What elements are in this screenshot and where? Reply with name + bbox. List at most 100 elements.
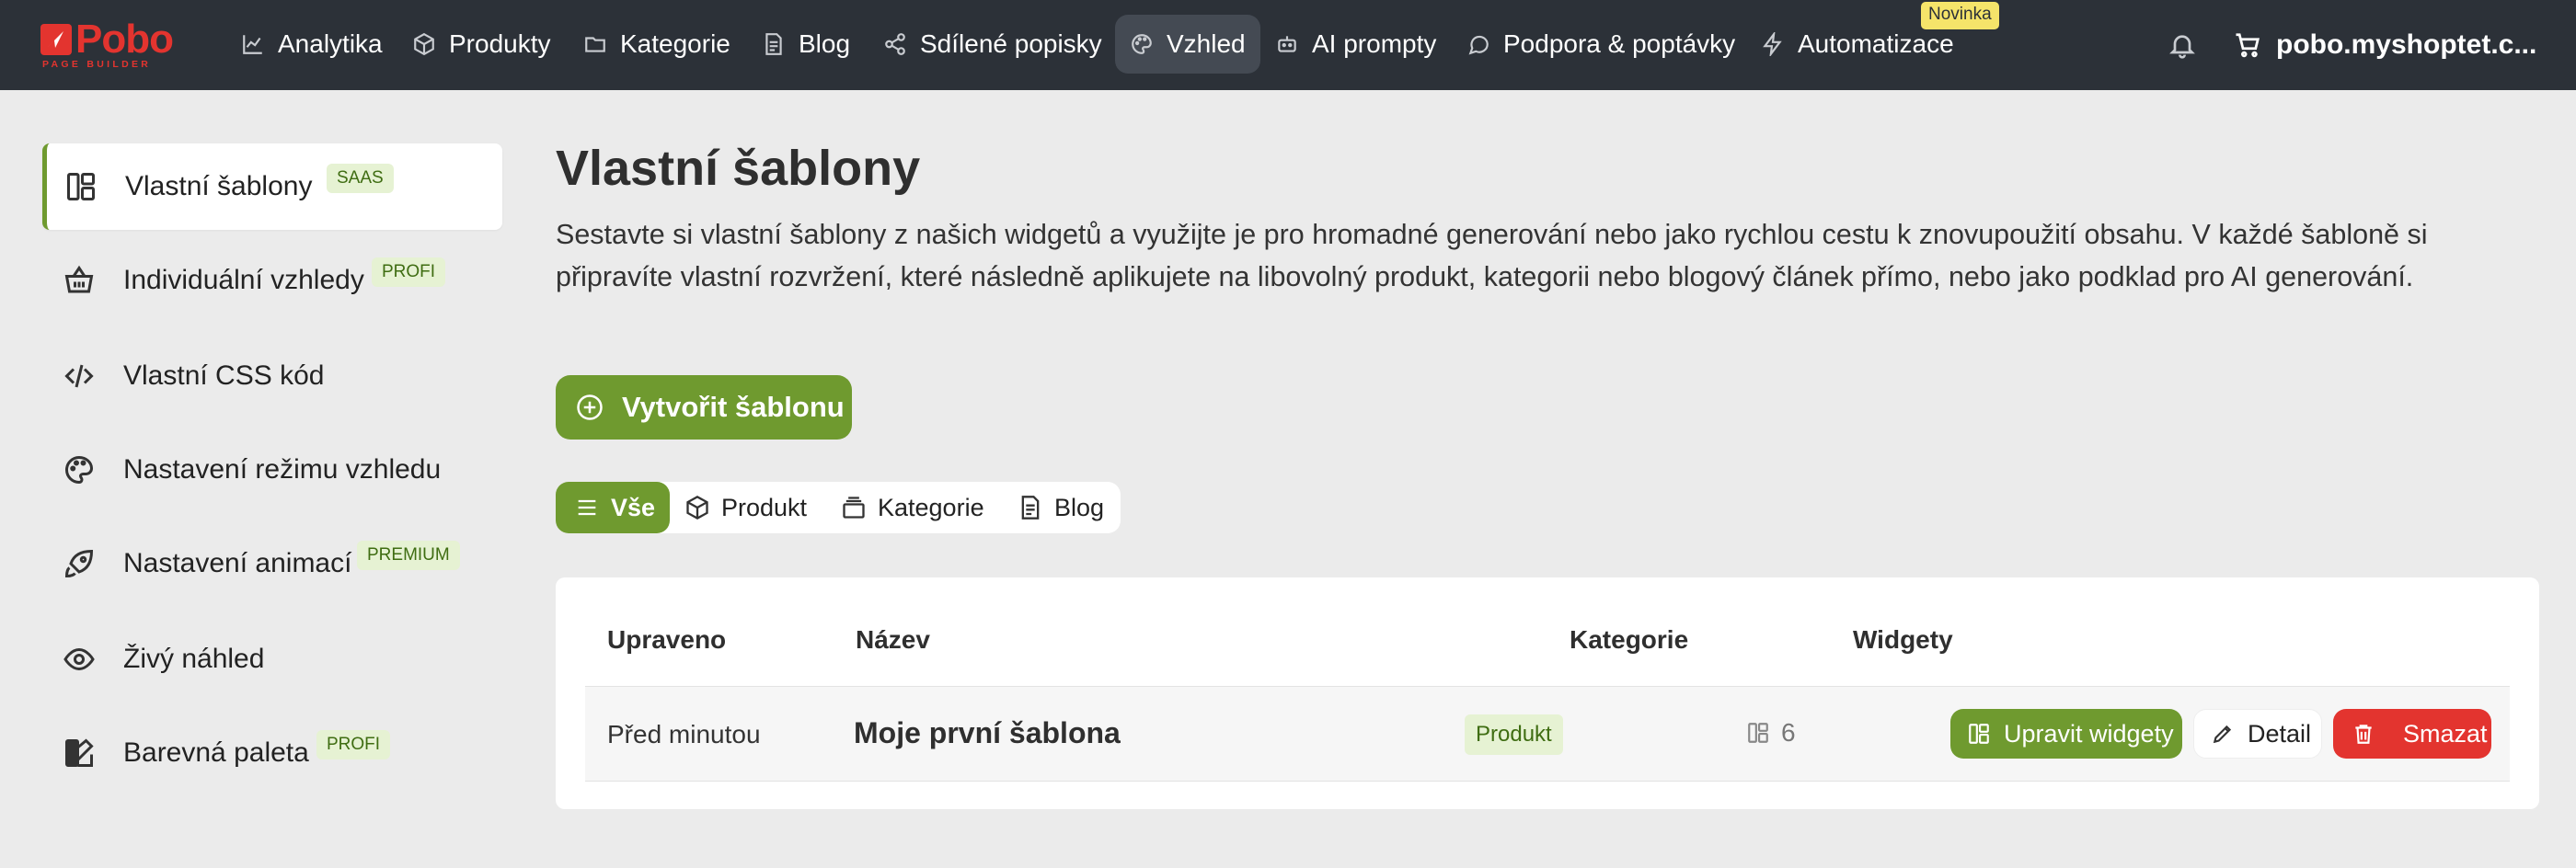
sidebar-item-label: Barevná paleta: [123, 737, 309, 768]
nav-item-sdilene-popisky[interactable]: Sdílené popisky: [868, 15, 1117, 74]
sidebar-item-zivy-nahled[interactable]: Živý náhled: [42, 616, 502, 702]
box-icon: [686, 495, 708, 520]
sidebar-item-label: Nastavení režimu vzhledu: [123, 454, 442, 485]
table-row: Před minutou Moje první šablona Produkt …: [585, 686, 2510, 782]
eye-icon: [63, 643, 96, 676]
cart-icon: [2236, 33, 2260, 58]
nav-item-label: Analytika: [278, 29, 383, 58]
code-icon: [63, 360, 96, 393]
detail-button[interactable]: Detail: [2193, 709, 2322, 759]
profi-tag: PROFI: [372, 257, 446, 287]
new-badge: Novinka: [1921, 2, 1999, 29]
nav-item-produkty[interactable]: Produkty: [397, 15, 566, 74]
stack-icon: [843, 497, 865, 519]
edit-widgets-label: Upravit widgety: [2004, 719, 2174, 748]
nav-item-label: Kategorie: [620, 29, 730, 58]
nav-item-label: Produkty: [449, 29, 551, 58]
share-icon: [885, 33, 905, 55]
sidebar-item-rezim-vzhledu[interactable]: Nastavení režimu vzhledu: [42, 427, 502, 513]
sidebar-item-label: Nastavení animací: [123, 548, 352, 578]
nav-item-label: Sdílené popisky: [920, 29, 1102, 58]
shop-name: pobo.myshoptet.c...: [2276, 29, 2537, 60]
nav-item-label: Blog: [799, 29, 851, 58]
plus-circle-icon: [577, 394, 603, 420]
filter-all[interactable]: Vše: [556, 482, 670, 533]
top-navigation-bar: Pobo PAGE BUILDER Analytika Produkty Kat…: [0, 0, 2576, 90]
page-title: Vlastní šablony: [556, 141, 921, 196]
widget-count-value: 6: [1781, 718, 1796, 747]
list-icon: [578, 499, 596, 516]
create-template-label: Vytvořit šablonu: [622, 391, 845, 423]
create-template-button[interactable]: Vytvořit šablonu: [556, 375, 852, 440]
sidebar-item-label: Živý náhled: [123, 644, 265, 674]
premium-tag: PREMIUM: [357, 541, 460, 570]
column-header-category: Kategorie: [1570, 625, 1689, 654]
shop-selector[interactable]: pobo.myshoptet.c...: [2234, 24, 2536, 66]
bell-icon[interactable]: [2168, 29, 2197, 61]
layout-icon: [64, 170, 98, 203]
nav-item-kategorie[interactable]: Kategorie: [569, 15, 745, 74]
nav-item-label: AI prompty: [1312, 29, 1437, 58]
logo-mark-icon: [40, 24, 72, 55]
column-header-widgets: Widgety: [1853, 625, 1953, 654]
row-widget-count: 6: [1746, 718, 1796, 748]
robot-icon: [1278, 36, 1296, 52]
sidebar-item-label: Individuální vzhledy: [123, 265, 364, 295]
nav-item-ai-prompty[interactable]: AI prompty: [1260, 15, 1451, 74]
trash-icon: [2355, 725, 2372, 744]
edit-widgets-button[interactable]: Upravit widgety: [1950, 709, 2182, 759]
filter-label: Vše: [611, 493, 656, 521]
swatch-icon: [63, 737, 96, 770]
row-template-name[interactable]: Moje první šablona: [854, 716, 1121, 750]
sidebar-item-label: Vlastní CSS kód: [123, 360, 325, 391]
profi-tag: PROFI: [316, 730, 391, 760]
column-header-updated: Upraveno: [607, 625, 727, 654]
chart-line-icon: [243, 35, 262, 54]
chat-bubble-icon: [1468, 35, 1489, 55]
filter-label: Blog: [1054, 493, 1105, 521]
template-type-filter: Vše Produkt Kategorie Blog: [556, 482, 1121, 533]
rocket-icon: [63, 547, 96, 580]
sidebar-item-vlastni-sablony[interactable]: Vlastní šablony SAAS: [42, 143, 502, 230]
folder-icon: [585, 37, 605, 52]
layout-icon: [1969, 724, 1989, 744]
saas-tag: SAAS: [327, 164, 394, 193]
palette-icon: [1132, 34, 1152, 54]
sidebar-item-barevna-paleta[interactable]: Barevná paleta PROFI: [42, 710, 502, 796]
palette-icon: [63, 453, 96, 486]
pencil-icon: [2213, 725, 2232, 744]
filter-label: Kategorie: [878, 493, 984, 521]
document-icon: [1021, 496, 1040, 520]
page-description: Sestavte si vlastní šablony z našich wid…: [556, 219, 2428, 292]
document-icon: [765, 33, 782, 55]
detail-label: Detail: [2248, 719, 2312, 748]
sidebar-item-individualni-vzhledy[interactable]: Individuální vzhledy PROFI: [42, 237, 502, 324]
templates-table: Upraveno Název Kategorie Widgety Před mi…: [556, 577, 2539, 809]
brand-tagline: PAGE BUILDER: [42, 59, 152, 70]
nav-item-label: Podpora & poptávky: [1503, 29, 1736, 58]
brand-logo[interactable]: Pobo PAGE BUILDER: [40, 17, 188, 70]
nav-item-analytika[interactable]: Analytika: [226, 15, 397, 74]
filter-label: Produkt: [721, 493, 808, 521]
lightning-icon: [1763, 32, 1782, 56]
filter-blog[interactable]: Blog: [1018, 482, 1104, 533]
filter-kategorie[interactable]: Kategorie: [841, 482, 984, 533]
nav-item-vzhled[interactable]: Vzhled: [1115, 15, 1260, 74]
column-header-name: Název: [856, 625, 930, 654]
row-updated: Před minutou: [607, 720, 761, 748]
nav-item-podpora[interactable]: Podpora & poptávky: [1452, 15, 1750, 74]
filter-produkt[interactable]: Produkt: [684, 482, 807, 533]
brand-name: Pobo: [75, 17, 174, 62]
nav-item-blog[interactable]: Blog: [747, 15, 865, 74]
sidebar-item-vlastni-css[interactable]: Vlastní CSS kód: [42, 333, 502, 419]
basket-icon: [63, 264, 96, 297]
delete-label: Smazat: [2403, 719, 2488, 748]
box-icon: [414, 32, 434, 56]
nav-item-label: Automatizace: [1798, 29, 1954, 58]
row-category-badge: Produkt: [1465, 714, 1563, 755]
sidebar-item-label: Vlastní šablony: [125, 171, 313, 201]
layout-icon: [1748, 723, 1768, 743]
nav-item-label: Vzhled: [1167, 29, 1246, 58]
delete-button[interactable]: Smazat: [2333, 709, 2491, 759]
sidebar-item-animace[interactable]: Nastavení animací PREMIUM: [42, 520, 502, 607]
